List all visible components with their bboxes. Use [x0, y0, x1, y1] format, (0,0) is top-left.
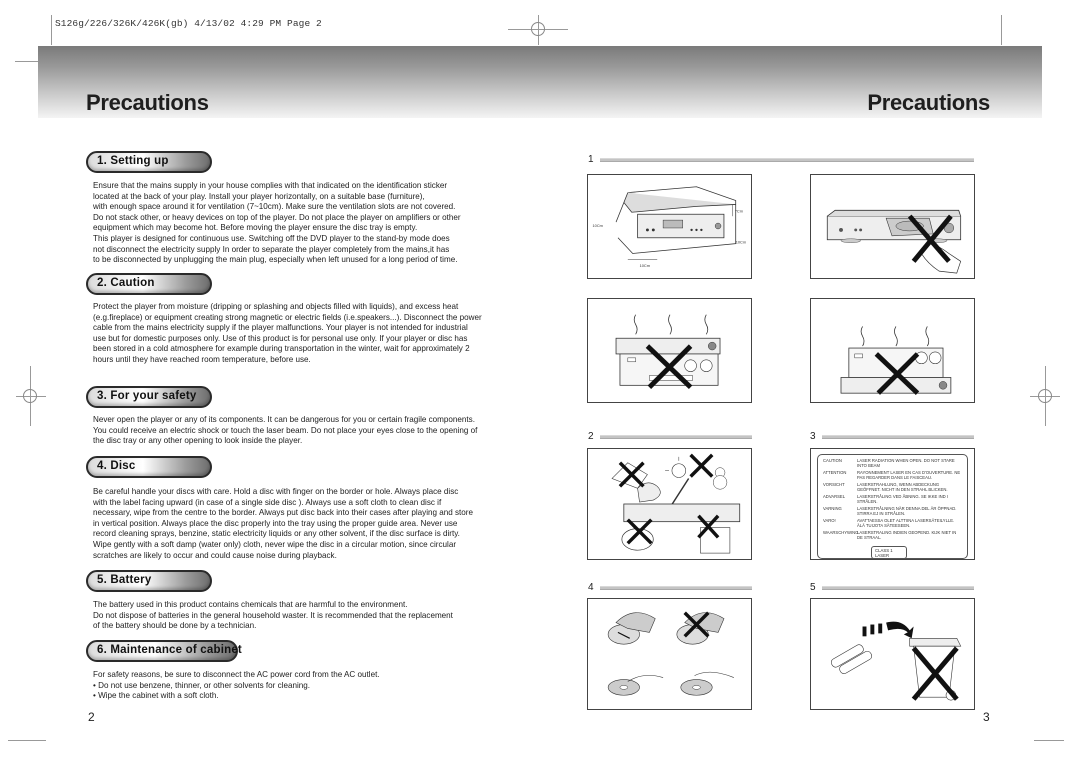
- laser-label-row: VARO! AVATTAESSA OLET ALTTIINA LASERSÄTEI…: [823, 518, 955, 528]
- svg-text:7Cm: 7Cm: [735, 208, 743, 213]
- figure-heat-stack-2: [810, 298, 975, 403]
- amplifier-on-player-illustration: [840, 326, 952, 395]
- section-header-caution: 2. Caution: [86, 273, 212, 295]
- section-body-setting-up: Ensure that the mains supply in your hou…: [93, 181, 461, 265]
- section-header-setting-up: 1. Setting up: [86, 151, 212, 173]
- laser-warning-label: CAUTION LASER RADIATION WHEN OPEN. DO NOT…: [817, 454, 968, 559]
- svg-text:10Cm: 10Cm: [592, 223, 602, 228]
- page-title-right: Precautions: [867, 90, 990, 115]
- section-header-for-your-safety: 3. For your safety: [86, 386, 212, 408]
- print-slug: S126g/226/326K/426K(gb) 4/13/02 4:29 PM …: [55, 18, 322, 29]
- disc-tray-hand-illustration: [826, 209, 962, 274]
- figure-number: 3: [810, 431, 816, 442]
- svg-text:10Cm: 10Cm: [736, 240, 746, 245]
- figure-disc-handling: [587, 598, 752, 710]
- crop-mark: [51, 15, 52, 45]
- environment-hazards-illustration: [611, 453, 741, 554]
- figure-heat-stack-1: [587, 298, 752, 403]
- figure-disc-tray-warning: [810, 174, 975, 279]
- laser-label-row: VARNING LASERSTRÅLNING NÄR DENNA DEL ÄR Ö…: [823, 506, 957, 516]
- section-body-for-your-safety: Never open the player or any of its comp…: [93, 415, 478, 446]
- figure-number: 4: [588, 582, 594, 593]
- bullet-item: Do not use benzene, thinner, or other so…: [93, 681, 523, 692]
- figure-number: 1: [588, 154, 594, 165]
- figure-rule: [822, 435, 974, 439]
- section-header-disc: 4. Disc: [86, 456, 212, 478]
- crop-mark: [1034, 740, 1064, 741]
- dvd-player-ventilation-illustration: 7Cm 10Cm 10Cm 10Cm: [592, 186, 746, 268]
- page-title-left: Precautions: [86, 90, 209, 115]
- figure-rule: [600, 435, 752, 439]
- page-number-left: 2: [88, 710, 95, 724]
- figure-environment-hazards: [587, 448, 752, 560]
- laser-label-row: CAUTION LASER RADIATION WHEN OPEN. DO NOT…: [823, 458, 955, 468]
- figure-rule: [600, 586, 752, 590]
- laser-label-row: WAARSCHYWING LASERSTRALING INDIEN GEOPEND…: [823, 530, 957, 540]
- svg-text:10Cm: 10Cm: [640, 263, 650, 268]
- crop-mark: [8, 740, 46, 741]
- laser-label-row: ADVARSEL LASERSTRÅLING VED ÅBNING. SE IKK…: [823, 494, 948, 504]
- laser-label-row: ATTENTION RAYONNEMENT LASER EN CAS D'OUVE…: [823, 470, 961, 480]
- crop-mark: [1001, 15, 1002, 45]
- figure-rule: [822, 586, 974, 590]
- section-body-maintenance: For safety reasons, be sure to disconnec…: [93, 670, 523, 702]
- laser-label-row: VORSICHT LASERSTRAHLUNG, WENN ABDECKUNG G…: [823, 482, 948, 492]
- figure-ventilation-space: 7Cm 10Cm 10Cm 10Cm: [587, 174, 752, 279]
- figure-number: 2: [588, 431, 594, 442]
- section-body-disc: Be careful handle your discs with care. …: [93, 487, 474, 560]
- section-body-caution: Protect the player from moisture (drippi…: [93, 302, 482, 364]
- section-header-maintenance: 6. Maintenance of cabinet: [86, 640, 242, 662]
- figure-rule: [600, 158, 974, 162]
- section-header-battery: 5. Battery: [86, 570, 212, 592]
- page-number-right: 3: [983, 710, 990, 724]
- figure-battery-disposal: [810, 598, 975, 710]
- figure-number: 5: [810, 582, 816, 593]
- figure-laser-warning-label: CAUTION LASER RADIATION WHEN OPEN. DO NOT…: [810, 448, 975, 560]
- bullet-item: Wipe the cabinet with a soft cloth.: [93, 691, 523, 702]
- disc-handling-illustration: [607, 611, 734, 696]
- section-body-battery: The battery used in this product contain…: [93, 600, 453, 631]
- laser-class-badge: CLASS 1 LASER PRODUCT: [871, 546, 907, 559]
- battery-disposal-illustration: [830, 621, 962, 701]
- stacked-player-on-amplifier-illustration: [615, 314, 721, 390]
